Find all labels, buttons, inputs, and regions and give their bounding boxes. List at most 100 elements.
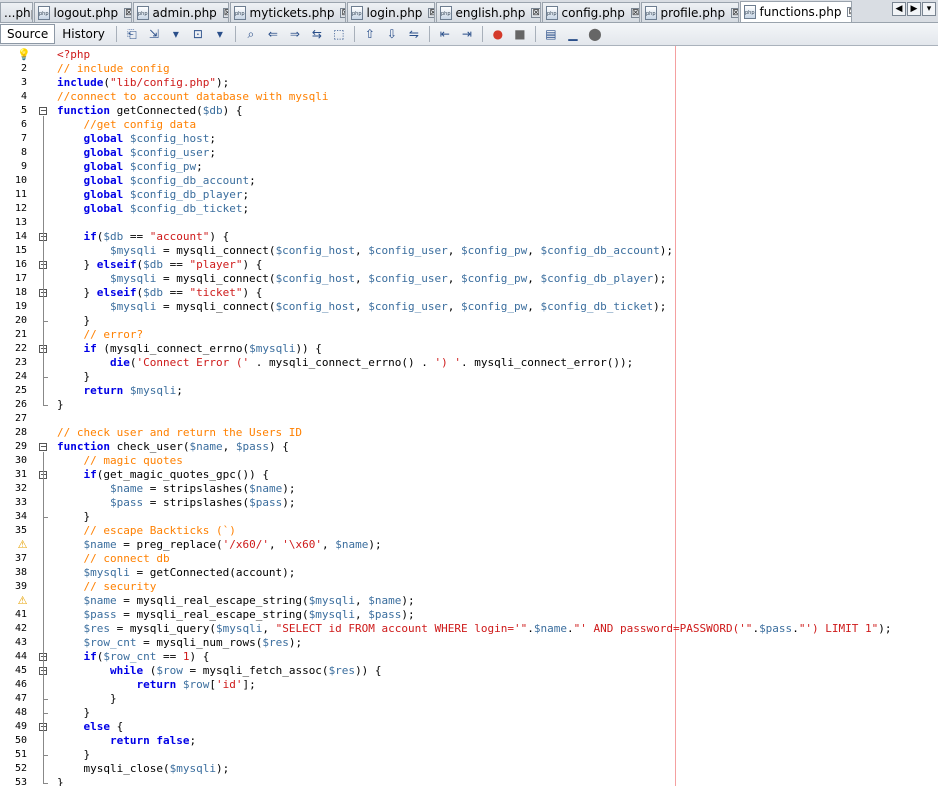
code-line[interactable]: return false; <box>57 734 196 748</box>
code-line[interactable]: if($row_cnt == 1) { <box>57 650 210 664</box>
comment-icon[interactable]: ▤ <box>543 26 559 42</box>
shift-right-icon[interactable]: ⇥ <box>459 26 475 42</box>
close-tab-icon[interactable]: ⊠ <box>847 7 851 17</box>
toggle-bookmark-icon[interactable]: ⇋ <box>406 26 422 42</box>
scroll-tabs-left-icon[interactable]: ◀ <box>892 2 906 16</box>
code-line[interactable]: $mysqli = mysqli_connect($config_host, $… <box>57 300 666 314</box>
find-next-icon[interactable]: ⇒ <box>287 26 303 42</box>
code-editor[interactable]: 1💡2345−67891011121314−1516−1718−19202122… <box>0 46 938 786</box>
close-tab-icon[interactable]: ⊠ <box>222 7 228 18</box>
previous-bookmark-icon[interactable]: ⇧ <box>362 26 378 42</box>
code-line[interactable]: <?php <box>57 48 90 62</box>
history-button[interactable]: History <box>55 24 112 44</box>
code-line[interactable]: while ($row = mysqli_fetch_assoc($res)) … <box>57 664 382 678</box>
code-line[interactable]: global $config_host; <box>57 132 216 146</box>
code-line[interactable]: // error? <box>57 328 144 342</box>
warning-icon[interactable]: ⚠ <box>17 594 28 608</box>
line-number-gutter[interactable]: 1💡2345−67891011121314−1516−1718−19202122… <box>0 46 51 786</box>
code-line[interactable]: if (mysqli_connect_errno($mysqli)) { <box>57 342 322 356</box>
close-tab-icon[interactable]: ⊠ <box>531 7 540 18</box>
tab-admin-php[interactable]: phpadmin.php ⊠ <box>133 2 229 22</box>
tab-list-dropdown-icon[interactable]: ▾ <box>922 2 936 16</box>
fold-toggle-icon[interactable]: − <box>39 107 47 115</box>
find-previous-icon[interactable]: ⇐ <box>265 26 281 42</box>
code-line[interactable]: $mysqli = getConnected(account); <box>57 566 296 580</box>
back-icon[interactable]: ⇲ <box>146 26 162 42</box>
code-line[interactable]: mysqli_close($mysqli); <box>57 762 229 776</box>
forward-dropdown-icon[interactable]: ▾ <box>212 26 228 42</box>
code-line[interactable]: } <box>57 398 64 412</box>
last-edit-icon[interactable]: ⎗ <box>124 26 140 42</box>
code-line[interactable]: $res = mysqli_query($mysqli, "SELECT id … <box>57 622 892 636</box>
close-tab-icon[interactable]: ⊠ <box>630 7 639 18</box>
tab-php[interactable]: ...php⊠ <box>0 2 33 22</box>
code-line[interactable]: } <box>57 370 90 384</box>
tab-login-php[interactable]: phplogin.php ⊠ <box>347 2 435 22</box>
code-line[interactable]: } <box>57 692 117 706</box>
code-line[interactable]: global $config_pw; <box>57 160 203 174</box>
code-line[interactable]: $pass = mysqli_real_escape_string($mysql… <box>57 608 415 622</box>
code-line[interactable]: } <box>57 510 90 524</box>
start-macro-icon[interactable]: ● <box>490 26 506 42</box>
close-tab-icon[interactable]: ⊠ <box>124 7 131 18</box>
code-line[interactable]: // security <box>57 580 157 594</box>
next-bookmark-icon[interactable]: ⇩ <box>384 26 400 42</box>
code-line[interactable]: if(get_magic_quotes_gpc()) { <box>57 468 269 482</box>
code-line[interactable]: } <box>57 314 90 328</box>
tab-config-php[interactable]: php config.php ⊠ <box>542 2 640 22</box>
source-button[interactable]: Source <box>0 24 56 44</box>
close-tab-icon[interactable]: ⊠ <box>428 7 434 18</box>
code-line[interactable]: if($db == "account") { <box>57 230 230 244</box>
lightbulb-hint-icon[interactable]: 💡 <box>17 48 31 62</box>
code-line[interactable]: // connect db <box>57 552 170 566</box>
code-line[interactable]: return $row['id']; <box>57 678 255 692</box>
code-line[interactable]: } <box>57 776 64 786</box>
tab-functions-php[interactable]: phpfunctions.php ⊠ <box>740 1 852 22</box>
code-line[interactable]: $pass = stripslashes($pass); <box>57 496 295 510</box>
code-line[interactable]: global $config_user; <box>57 146 216 160</box>
code-line[interactable]: global $config_db_player; <box>57 188 250 202</box>
shift-left-icon[interactable]: ⇤ <box>437 26 453 42</box>
close-tab-icon[interactable]: ⊠ <box>340 7 345 18</box>
code-line[interactable]: $mysqli = mysqli_connect($config_host, $… <box>57 272 666 286</box>
code-line[interactable]: return $mysqli; <box>57 384 183 398</box>
find-icon[interactable]: ⌕ <box>243 26 259 42</box>
code-line[interactable]: die('Connect Error (' . mysqli_connect_e… <box>57 356 633 370</box>
code-line[interactable]: global $config_db_account; <box>57 174 256 188</box>
uncomment-icon[interactable]: ▁ <box>565 26 581 42</box>
code-area[interactable]: <?php// include config include("lib/confi… <box>57 46 938 786</box>
stop-macro-icon[interactable]: ■ <box>512 26 528 42</box>
tab-english-php[interactable]: php english.php ⊠ <box>436 2 541 22</box>
code-line[interactable]: //get config data <box>57 118 197 132</box>
forward-icon[interactable]: ⊡ <box>190 26 206 42</box>
code-line[interactable]: $row_cnt = mysqli_num_rows($res); <box>57 636 303 650</box>
warning-icon[interactable]: ⚠ <box>17 538 28 552</box>
toggle-highlight-icon[interactable]: ⇆ <box>309 26 325 42</box>
code-line[interactable]: // check user and return the Users ID <box>57 426 302 440</box>
code-line[interactable]: // include config <box>57 62 170 76</box>
code-line[interactable]: } <box>57 706 90 720</box>
code-line[interactable]: } elseif($db == "player") { <box>57 258 262 272</box>
find-selection-icon[interactable]: ⬚ <box>331 26 347 42</box>
code-line[interactable]: } <box>57 748 90 762</box>
code-line[interactable]: $name = mysqli_real_escape_string($mysql… <box>57 594 415 608</box>
scroll-tabs-right-icon[interactable]: ▶ <box>907 2 921 16</box>
code-line[interactable]: } elseif($db == "ticket") { <box>57 286 262 300</box>
code-line[interactable]: // magic quotes <box>57 454 183 468</box>
code-line[interactable]: //connect to account database with mysql… <box>57 90 329 104</box>
code-line[interactable]: $name = preg_replace('/x60/', '\x60', $n… <box>57 538 382 552</box>
back-dropdown-icon[interactable]: ▾ <box>168 26 184 42</box>
database-icon[interactable]: ⬤ <box>587 26 603 42</box>
code-line[interactable]: function getConnected($db) { <box>57 104 242 118</box>
tab-profile-php[interactable]: php profile.php ⊠ <box>641 2 739 22</box>
code-line[interactable]: $name = stripslashes($name); <box>57 482 295 496</box>
code-line[interactable]: else { <box>57 720 124 734</box>
close-tab-icon[interactable]: ⊠ <box>731 7 738 18</box>
code-line[interactable]: // escape Backticks (`) <box>57 524 236 538</box>
code-line[interactable]: global $config_db_ticket; <box>57 202 250 216</box>
tab-logout-php[interactable]: php logout.php ⊠ <box>34 2 132 22</box>
code-line[interactable]: $mysqli = mysqli_connect($config_host, $… <box>57 244 673 258</box>
code-line[interactable]: include("lib/config.php"); <box>57 76 229 90</box>
tab-mytickets-php[interactable]: phpmytickets.php ⊠ <box>230 2 346 22</box>
fold-toggle-icon[interactable]: − <box>39 443 47 451</box>
